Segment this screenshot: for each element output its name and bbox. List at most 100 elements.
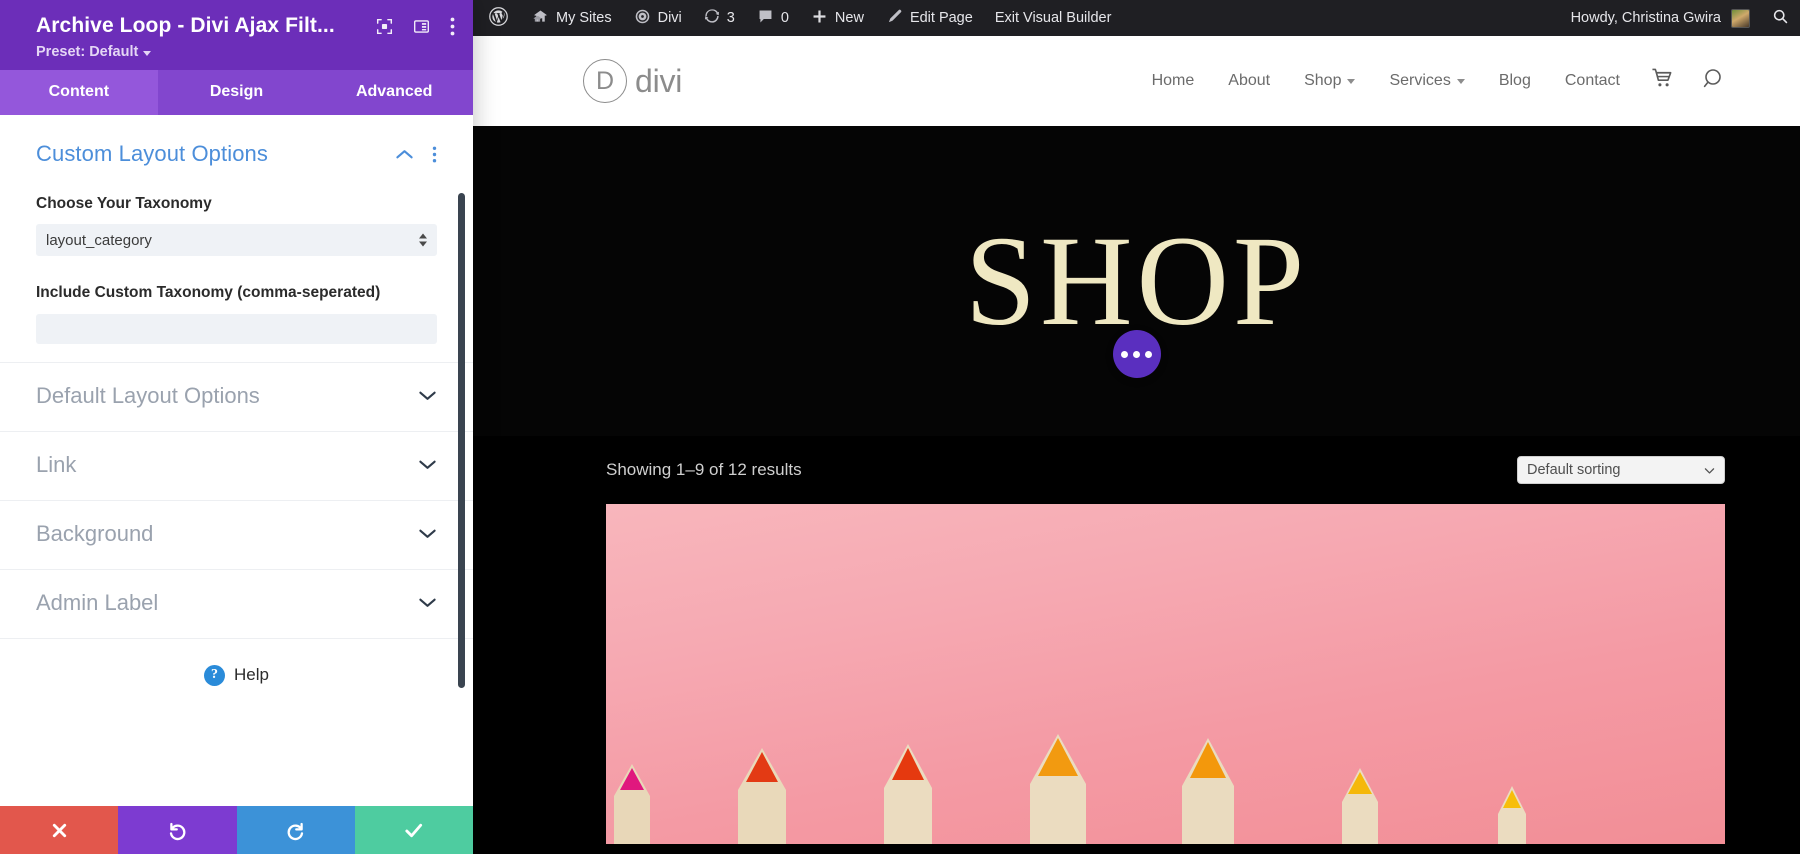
- taxonomy-select-value: layout_category: [46, 231, 152, 249]
- more-options-icon[interactable]: [450, 17, 455, 36]
- dot-icon: [1145, 350, 1152, 358]
- nav-item-services[interactable]: Services: [1372, 72, 1481, 90]
- group-title: Default Layout Options: [36, 382, 260, 408]
- wordpress-logo-icon: [489, 6, 508, 30]
- help-icon: ?: [204, 664, 226, 686]
- include-custom-taxonomy-input[interactable]: [36, 313, 437, 344]
- page-title: SHOP: [964, 210, 1309, 352]
- group-admin-label[interactable]: Admin Label: [0, 568, 473, 638]
- nav-label: Home: [1151, 72, 1195, 89]
- divi-dashboard-icon: [634, 8, 651, 29]
- site-search-button[interactable]: [1688, 67, 1740, 96]
- settings-action-bar: [0, 806, 473, 854]
- admin-bar-comments[interactable]: 0: [746, 0, 800, 36]
- tab-design[interactable]: Design: [158, 70, 316, 115]
- chevron-down-icon: [418, 527, 437, 540]
- screen-root: My Sites Divi 3 0 New Edit Page Exit Vis…: [0, 0, 1800, 854]
- chevron-down-icon: [1347, 78, 1356, 84]
- visual-builder-canvas: D divi Home About Shop Services Blog Con…: [473, 36, 1800, 854]
- module-settings-panel: Archive Loop - Divi Ajax Filt... Preset:…: [0, 0, 473, 854]
- admin-bar-item-label: Exit Visual Builder: [994, 10, 1112, 26]
- field-label: Choose Your Taxonomy: [36, 195, 212, 212]
- tab-advanced[interactable]: Advanced: [315, 70, 473, 115]
- chevron-down-icon: [418, 389, 437, 402]
- admin-bar-divi[interactable]: Divi: [623, 0, 693, 36]
- group-background[interactable]: Background: [0, 499, 473, 569]
- cancel-button[interactable]: [0, 806, 119, 854]
- admin-bar-exit-visual-builder[interactable]: Exit Visual Builder: [984, 0, 1123, 36]
- group-title: Background: [36, 520, 154, 546]
- chevron-down-icon: [1456, 78, 1465, 84]
- nav-label: Contact: [1564, 72, 1620, 89]
- group-header-icons: [395, 141, 437, 163]
- field-include-custom-taxonomy: Include Custom Taxonomy (comma-seperated…: [36, 282, 437, 344]
- search-icon: [1702, 67, 1726, 96]
- admin-bar-updates[interactable]: 3: [693, 0, 746, 36]
- group-link[interactable]: Link: [0, 430, 473, 500]
- group-header[interactable]: Custom Layout Options: [36, 141, 437, 167]
- group-default-layout-options[interactable]: Default Layout Options: [0, 361, 473, 431]
- divi-logo-mark-icon: D: [583, 59, 627, 103]
- check-icon: [403, 820, 424, 841]
- settings-scroll-area: Custom Layout Options Choose Your Taxono…: [0, 115, 473, 806]
- sorting-value: Default sorting: [1527, 462, 1621, 478]
- module-settings-button[interactable]: [1112, 330, 1161, 378]
- nav-label: Services: [1389, 72, 1451, 89]
- nav-item-about[interactable]: About: [1211, 72, 1287, 90]
- settings-panel-scrollbar[interactable]: [458, 193, 465, 688]
- close-icon: [50, 821, 69, 840]
- admin-bar-item-label: Divi: [657, 10, 682, 26]
- admin-bar-new-content[interactable]: New: [800, 0, 875, 36]
- select-arrows-icon: [419, 233, 427, 247]
- help-button[interactable]: ? Help: [0, 637, 473, 716]
- undo-icon: [167, 820, 188, 841]
- site-header: D divi Home About Shop Services Blog Con…: [473, 36, 1800, 126]
- nav-item-blog[interactable]: Blog: [1482, 72, 1548, 90]
- cart-icon: [1651, 67, 1674, 95]
- shop-results-bar: Showing 1–9 of 12 results Default sortin…: [473, 436, 1800, 504]
- taxonomy-select[interactable]: layout_category: [36, 224, 437, 257]
- site-logo[interactable]: D divi: [583, 59, 682, 103]
- admin-bar-account[interactable]: Howdy, Christina Gwira: [1560, 0, 1761, 36]
- field-choose-your-taxonomy: Choose Your Taxonomy layout_category: [36, 193, 437, 257]
- chevron-down-icon: [418, 458, 437, 471]
- redo-button[interactable]: [236, 806, 355, 854]
- admin-bar-left-group: My Sites Divi 3 0 New Edit Page Exit Vis…: [473, 0, 1122, 36]
- preset-selector[interactable]: Preset: Default: [36, 44, 455, 60]
- sites-icon: [532, 8, 549, 29]
- settings-tabs: Content Design Advanced: [0, 70, 473, 115]
- cart-button[interactable]: [1637, 67, 1688, 95]
- group-custom-layout-options: Custom Layout Options Choose Your Taxono…: [0, 115, 473, 362]
- group-title: Custom Layout Options: [36, 141, 268, 166]
- nav-item-home[interactable]: Home: [1135, 72, 1212, 90]
- nav-item-contact[interactable]: Contact: [1548, 72, 1637, 90]
- admin-bar-right-group: Howdy, Christina Gwira: [1560, 0, 1800, 36]
- plus-icon: [811, 8, 828, 29]
- save-button[interactable]: [354, 806, 473, 854]
- undo-button[interactable]: [118, 806, 237, 854]
- tab-content[interactable]: Content: [0, 70, 158, 115]
- fullscreen-icon[interactable]: [376, 18, 393, 35]
- group-more-options-icon[interactable]: [432, 146, 437, 163]
- avatar: [1731, 8, 1750, 28]
- nav-label: About: [1228, 72, 1271, 89]
- layout-toggle-icon[interactable]: [413, 18, 430, 35]
- preset-label: Preset: Default: [36, 44, 139, 60]
- sorting-dropdown[interactable]: Default sorting: [1517, 456, 1725, 484]
- settings-panel-body: Custom Layout Options Choose Your Taxono…: [0, 115, 473, 806]
- help-label: Help: [234, 665, 269, 685]
- admin-bar-search[interactable]: [1761, 0, 1800, 36]
- group-title: Link: [36, 451, 77, 477]
- nav-item-shop[interactable]: Shop: [1287, 72, 1372, 90]
- admin-bar-item-label: 3: [726, 10, 735, 26]
- admin-bar-edit-page[interactable]: Edit Page: [875, 0, 984, 36]
- settings-panel-header: Archive Loop - Divi Ajax Filt... Preset:…: [0, 0, 473, 70]
- product-card-image[interactable]: [606, 504, 1725, 844]
- updates-icon: [704, 8, 720, 28]
- dot-icon: [1133, 350, 1140, 358]
- pencil-icon: [886, 8, 903, 29]
- chevron-up-icon[interactable]: [395, 148, 414, 161]
- admin-bar-my-sites[interactable]: My Sites: [521, 0, 623, 36]
- primary-navigation: Home About Shop Services Blog Contact: [1135, 67, 1740, 96]
- admin-bar-wp-logo[interactable]: [473, 0, 521, 36]
